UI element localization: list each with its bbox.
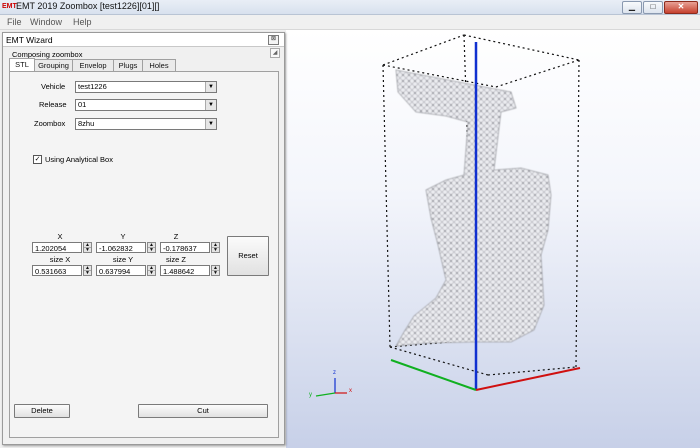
size-x-spinner[interactable]: ▲ ▼	[83, 265, 92, 276]
spin-down-icon[interactable]: ▼	[84, 271, 91, 276]
analytical-box-checkbox[interactable]: ✓	[33, 155, 42, 164]
stl-tab-pane: Vehicle test1226 ▼ Release 01 ▼ Zoombox …	[9, 71, 279, 438]
size-x-header: size X	[49, 255, 71, 264]
size-z-input[interactable]: 1.488642	[160, 265, 210, 276]
z-header: Z	[173, 232, 179, 241]
3d-scene	[315, 34, 581, 397]
delete-button[interactable]: Delete	[14, 404, 70, 418]
z-input[interactable]: -0.178637	[160, 242, 210, 253]
size-y-spinner[interactable]: ▲ ▼	[147, 265, 156, 276]
vehicle-value: test1226	[78, 82, 107, 91]
tab-grouping[interactable]: Grouping	[34, 59, 73, 71]
wizard-title: EMT Wizard	[6, 35, 53, 45]
size-z-header: size Z	[165, 255, 186, 264]
release-label: Release	[39, 100, 67, 109]
reset-button[interactable]: Reset	[227, 236, 269, 276]
close-window-button[interactable]: ✕	[664, 1, 698, 14]
chevron-down-icon[interactable]: ▼	[205, 82, 216, 92]
maximize-button[interactable]: □	[643, 1, 663, 14]
3d-viewport[interactable]: z x y	[286, 30, 700, 448]
tab-plugs[interactable]: Plugs	[113, 59, 143, 71]
y-input[interactable]: -1.062832	[96, 242, 146, 253]
resize-grip-icon[interactable]: ◢	[270, 48, 280, 58]
x-header: X	[57, 232, 63, 241]
wizard-titlebar: EMT Wizard ⊠	[3, 33, 284, 47]
spin-down-icon[interactable]: ▼	[212, 271, 219, 276]
tab-stl[interactable]: STL	[9, 58, 35, 71]
menu-bar: File Window Help	[0, 15, 700, 30]
x-input[interactable]: 1.202054	[32, 242, 82, 253]
x-spinner[interactable]: ▲ ▼	[83, 242, 92, 253]
triad-y-label: y	[309, 392, 312, 398]
zoombox-value: 8zhu	[78, 119, 95, 128]
vehicle-select[interactable]: test1226 ▼	[75, 81, 217, 93]
window-title: EMT 2019 Zoombox [test1226][01][]	[16, 1, 160, 11]
axis-triad-icon	[315, 378, 347, 397]
vehicle-label: Vehicle	[41, 82, 66, 91]
triad-x-label: x	[349, 388, 352, 394]
zoombox-label: Zoombox	[34, 119, 66, 128]
release-select[interactable]: 01 ▼	[75, 99, 217, 111]
spin-down-icon[interactable]: ▼	[148, 248, 155, 253]
minimize-button[interactable]: ▁	[622, 1, 642, 14]
size-x-input[interactable]: 0.531663	[32, 265, 82, 276]
size-y-header: size Y	[112, 255, 134, 264]
zoombox-select[interactable]: 8zhu ▼	[75, 118, 217, 130]
tab-holes[interactable]: Holes	[142, 59, 176, 71]
wizard-close-icon[interactable]: ⊠	[268, 35, 279, 45]
emt-wizard-panel: EMT Wizard ⊠ Composing zoombox ◢ STL Gro…	[2, 32, 285, 445]
size-y-input[interactable]: 0.637994	[96, 265, 146, 276]
y-spinner[interactable]: ▲ ▼	[147, 242, 156, 253]
window-titlebar: EMT EMT 2019 Zoombox [test1226][01][] ▁ …	[0, 0, 700, 15]
cut-button[interactable]: Cut	[138, 404, 268, 418]
stl-mesh-part	[395, 69, 552, 347]
z-spinner[interactable]: ▲ ▼	[211, 242, 220, 253]
spin-down-icon[interactable]: ▼	[212, 248, 219, 253]
y-axis-line	[390, 359, 477, 391]
menu-file[interactable]: File	[7, 17, 22, 27]
triad-z-label: z	[333, 370, 336, 376]
app-logo-icon: EMT	[2, 3, 17, 10]
size-z-spinner[interactable]: ▲ ▼	[211, 265, 220, 276]
y-header: Y	[120, 232, 126, 241]
menu-help[interactable]: Help	[73, 17, 92, 27]
spin-down-icon[interactable]: ▼	[148, 271, 155, 276]
menu-window[interactable]: Window	[30, 17, 62, 27]
spin-down-icon[interactable]: ▼	[84, 248, 91, 253]
release-value: 01	[78, 100, 87, 109]
chevron-down-icon[interactable]: ▼	[205, 119, 216, 129]
chevron-down-icon[interactable]: ▼	[205, 100, 216, 110]
tab-envelop[interactable]: Envelop	[72, 59, 114, 71]
analytical-box-label: Using Analytical Box	[45, 155, 113, 164]
